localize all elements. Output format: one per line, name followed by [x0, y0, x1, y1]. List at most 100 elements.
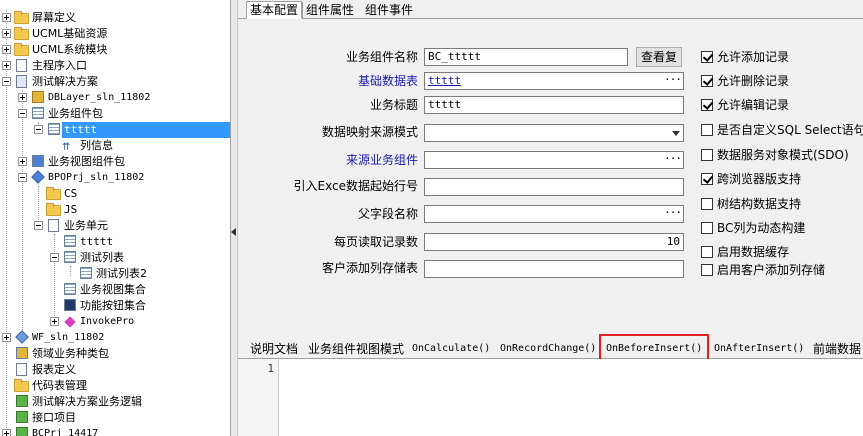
- expand-icon[interactable]: [2, 13, 11, 22]
- option-label: 数据服务对象模式(SDO): [717, 148, 849, 162]
- tab-description-doc[interactable]: 说明文档: [250, 341, 298, 357]
- collapse-icon[interactable]: [50, 253, 59, 262]
- tab-component-events[interactable]: 组件事件: [362, 2, 416, 18]
- expand-icon[interactable]: [2, 61, 11, 70]
- tree-node-label: 功能按钮集合: [80, 299, 146, 312]
- expand-icon[interactable]: [2, 29, 11, 38]
- expand-icon[interactable]: [2, 429, 11, 436]
- tree-node-label: UCML基础资源: [32, 27, 108, 40]
- ellipsis-icon[interactable]: ···: [664, 206, 682, 220]
- base-table-input[interactable]: ttttt ···: [424, 72, 684, 90]
- view-button[interactable]: 查看复: [636, 47, 682, 67]
- project-icon: [30, 91, 46, 105]
- tab-on-calculate[interactable]: OnCalculate(): [412, 341, 490, 357]
- component-package-icon: [30, 107, 46, 121]
- diamond-icon: [62, 315, 78, 329]
- chevron-down-icon[interactable]: [672, 131, 680, 136]
- config-tabs: 基本配置 组件属性 组件事件: [238, 0, 863, 19]
- tree-node-label: 领域业务种类包: [32, 347, 109, 360]
- checkbox[interactable]: [701, 198, 713, 210]
- tab-on-record-change[interactable]: OnRecordChange(): [500, 341, 596, 357]
- tree-node-ttttt-selected[interactable]: ttttt: [0, 122, 230, 138]
- code-editor[interactable]: 1: [238, 359, 863, 436]
- grid-icon: [62, 283, 78, 297]
- tree-node-label: UCML系统模块: [32, 43, 108, 56]
- tree-node-label: InvokePro: [80, 316, 135, 327]
- grid-icon: [62, 235, 78, 249]
- business-title-input[interactable]: ttttt: [424, 96, 684, 114]
- source-component-input[interactable]: ···: [424, 151, 684, 169]
- collapse-icon[interactable]: [18, 173, 27, 182]
- button-set-icon: [62, 299, 78, 313]
- tree-node-label: BCPrj_14417: [32, 428, 99, 436]
- base-table-label[interactable]: 基础数据表: [278, 71, 418, 91]
- ellipsis-icon[interactable]: ···: [664, 73, 682, 87]
- folder-icon: [14, 43, 30, 57]
- excel-start-row-input[interactable]: [424, 178, 684, 196]
- checkbox[interactable]: [701, 264, 713, 276]
- client-column-table-input[interactable]: [424, 260, 684, 278]
- collapse-arrow-icon[interactable]: [231, 228, 236, 236]
- checkbox[interactable]: [701, 51, 713, 63]
- component-name-label: 业务组件名称: [345, 50, 418, 64]
- event-tabs: 说明文档 业务组件视图模式 OnCalculate() OnRecordChan…: [238, 338, 863, 359]
- component-name-input[interactable]: BC_ttttt: [424, 48, 628, 66]
- business-title-label: 业务标题: [369, 98, 418, 112]
- checkbox[interactable]: [701, 124, 713, 136]
- tab-on-after-insert[interactable]: OnAfterInsert(): [714, 341, 804, 357]
- highlight-box: [599, 334, 709, 362]
- checkbox[interactable]: [701, 222, 713, 234]
- tree-node-label: 业务视图组件包: [48, 155, 125, 168]
- tree-node-label: 测试列表2: [96, 267, 147, 280]
- excel-start-row-label: 引入Exce数据起始行号: [293, 179, 418, 193]
- parent-field-input[interactable]: ···: [424, 205, 684, 223]
- checkbox[interactable]: [701, 149, 713, 161]
- tab-basic-config[interactable]: 基本配置: [246, 1, 303, 19]
- grid-icon: [46, 123, 62, 137]
- tree-node-label: BPOPrj_sln_11802: [48, 172, 145, 183]
- expand-icon[interactable]: [50, 317, 59, 326]
- tree-node-label: 业务单元: [64, 219, 108, 232]
- tab-component-properties[interactable]: 组件属性: [302, 2, 357, 18]
- expand-icon[interactable]: [2, 45, 11, 54]
- tree-node-label: 接口项目: [32, 411, 76, 424]
- expand-icon[interactable]: [18, 93, 27, 102]
- page-size-input[interactable]: 10: [424, 233, 684, 251]
- expand-icon[interactable]: [2, 333, 11, 342]
- expand-icon[interactable]: [18, 157, 27, 166]
- client-column-table-label: 客户添加列存储表: [321, 261, 418, 275]
- source-mode-select[interactable]: [424, 124, 684, 142]
- collapse-icon[interactable]: [34, 125, 43, 134]
- grid-icon: [78, 267, 94, 281]
- source-mode-label: 数据映射来源模式: [321, 125, 418, 139]
- checkbox[interactable]: [701, 75, 713, 87]
- columns-icon: ⇈: [62, 142, 71, 153]
- collapse-icon[interactable]: [34, 221, 43, 230]
- option-label: 允许添加记录: [717, 50, 790, 64]
- option-label: 允许编辑记录: [717, 98, 790, 112]
- tab-view-mode[interactable]: 业务组件视图模式: [308, 341, 404, 357]
- collapse-icon[interactable]: [2, 77, 11, 86]
- component-package-icon: [30, 155, 46, 169]
- source-component-label[interactable]: 来源业务组件: [278, 150, 418, 170]
- tab-frontend-data[interactable]: 前端数据: [813, 341, 861, 357]
- option-label: 启用数据缓存: [717, 245, 790, 259]
- checkbox[interactable]: [701, 173, 713, 185]
- checkbox[interactable]: [701, 99, 713, 111]
- solution-tree[interactable]: 屏幕定义 UCML基础资源 UCML系统模块 主程序入口 测试解决方案 DBLa…: [0, 0, 231, 436]
- panel-splitter[interactable]: [231, 0, 238, 436]
- collapse-icon[interactable]: [18, 109, 27, 118]
- line-number: 1: [267, 362, 274, 375]
- tree-node-label: JS: [64, 203, 78, 216]
- ellipsis-icon[interactable]: ···: [664, 152, 682, 166]
- option-label: BC列为动态构建: [717, 221, 806, 235]
- folder-icon: [14, 11, 30, 25]
- tree-node-label: 测试解决方案业务逻辑: [32, 395, 142, 408]
- folder-icon: [14, 379, 30, 393]
- solution-icon: [14, 75, 30, 89]
- folder-icon: [46, 203, 62, 217]
- option-label: 跨浏览器版支持: [717, 172, 802, 186]
- checkbox[interactable]: [701, 246, 713, 258]
- project-icon: [30, 170, 46, 185]
- tree-node-label: 业务组件包: [48, 107, 103, 120]
